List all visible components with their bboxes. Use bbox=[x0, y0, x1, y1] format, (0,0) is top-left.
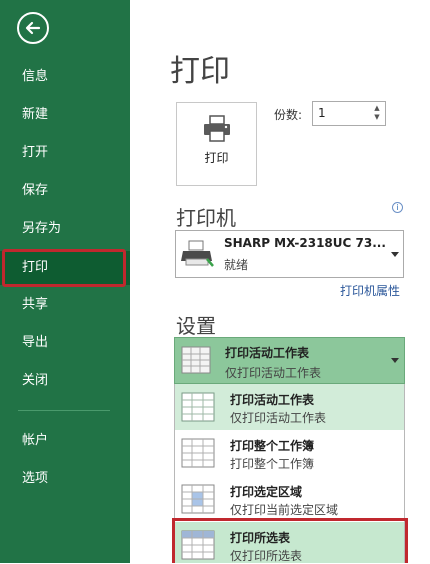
copies-value: 1 bbox=[318, 106, 326, 120]
copies-label: 份数: bbox=[274, 108, 303, 122]
option-subtitle: 仅打印活动工作表 bbox=[230, 411, 327, 425]
chevron-down-icon bbox=[391, 252, 399, 257]
option-title: 打印整个工作簿 bbox=[230, 439, 315, 453]
selected-option-subtitle: 仅打印活动工作表 bbox=[225, 366, 322, 380]
info-icon[interactable]: i bbox=[392, 202, 403, 213]
nav-open[interactable]: 打开 bbox=[0, 136, 130, 170]
print-scope-dropdown[interactable]: 打印活动工作表 仅打印活动工作表 bbox=[174, 337, 405, 384]
copies-stepper[interactable]: 1 ▲ ▼ bbox=[312, 101, 386, 126]
nav-export[interactable]: 导出 bbox=[0, 326, 130, 360]
back-arrow-icon bbox=[25, 21, 41, 35]
selected-option-title: 打印活动工作表 bbox=[225, 346, 310, 360]
nav-options[interactable]: 选项 bbox=[0, 462, 130, 496]
option-title: 打印活动工作表 bbox=[230, 393, 315, 407]
selection-grid-icon bbox=[181, 484, 215, 514]
printer-heading: 打印机 bbox=[176, 206, 236, 230]
printer-status: 就绪 bbox=[224, 258, 249, 272]
option-subtitle: 打印整个工作簿 bbox=[230, 457, 315, 471]
option-title: 打印选定区域 bbox=[230, 485, 303, 499]
sheet-grid-icon bbox=[181, 346, 211, 374]
print-button[interactable]: 打印 bbox=[176, 102, 257, 186]
printer-device-icon bbox=[181, 240, 214, 267]
option-selection[interactable]: 打印选定区域 仅打印当前选定区域 bbox=[175, 476, 404, 522]
nav-share[interactable]: 共享 bbox=[0, 288, 130, 322]
printer-dropdown[interactable]: SHARP MX-2318UC 73... 就绪 bbox=[175, 230, 404, 278]
workbook-grid-icon bbox=[181, 438, 215, 468]
nav-info[interactable]: 信息 bbox=[0, 60, 130, 94]
nav-save[interactable]: 保存 bbox=[0, 174, 130, 208]
nav-save-as[interactable]: 另存为 bbox=[0, 212, 130, 246]
sheet-grid-icon bbox=[181, 392, 215, 422]
page-title: 打印 bbox=[170, 54, 230, 89]
print-highlight-box bbox=[2, 249, 126, 287]
printer-icon bbox=[204, 115, 230, 142]
nav-close[interactable]: 关闭 bbox=[0, 364, 130, 398]
option-active-sheets[interactable]: 打印活动工作表 仅打印活动工作表 bbox=[175, 384, 404, 430]
nav-divider bbox=[18, 410, 110, 411]
back-button[interactable] bbox=[17, 12, 49, 44]
option-entire-workbook[interactable]: 打印整个工作簿 打印整个工作簿 bbox=[175, 430, 404, 476]
nav-account[interactable]: 帐户 bbox=[0, 424, 130, 458]
selected-table-highlight-box bbox=[172, 518, 408, 563]
printer-name: SHARP MX-2318UC 73... bbox=[224, 236, 386, 250]
print-button-label: 打印 bbox=[204, 151, 229, 165]
printer-properties-link[interactable]: 打印机属性 bbox=[340, 282, 400, 299]
option-subtitle: 仅打印当前选定区域 bbox=[230, 503, 339, 517]
copies-spin-arrows[interactable]: ▲ ▼ bbox=[372, 104, 382, 122]
chevron-down-icon bbox=[391, 358, 399, 363]
settings-heading: 设置 bbox=[176, 314, 216, 338]
nav-new[interactable]: 新建 bbox=[0, 98, 130, 132]
